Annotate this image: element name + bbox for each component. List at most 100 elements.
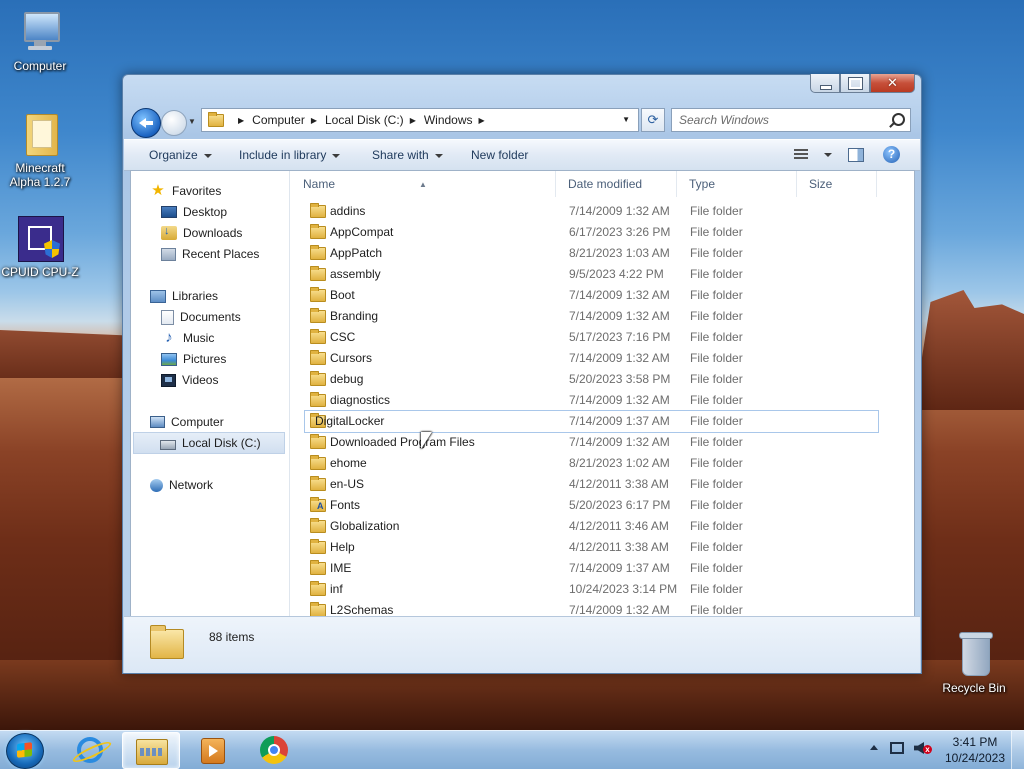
file-name: addins: [330, 204, 366, 218]
file-row[interactable]: Cursors 7/14/2009 1:32 AM File folder: [291, 348, 898, 369]
network-tray-icon[interactable]: [890, 742, 904, 754]
change-view-icon[interactable]: [794, 149, 808, 161]
include-in-library-menu[interactable]: Include in library: [239, 148, 341, 162]
breadcrumb-windows[interactable]: Windows: [424, 113, 473, 127]
chevron-right-icon[interactable]: ▶: [479, 116, 485, 125]
preview-pane-icon[interactable]: [848, 148, 864, 162]
file-date-modified: 7/14/2009 1:32 AM: [569, 435, 670, 449]
column-header-size[interactable]: Size: [797, 171, 877, 197]
desktop-icon-computer[interactable]: Computer: [0, 8, 80, 73]
search-input[interactable]: Search Windows: [671, 108, 911, 132]
file-row[interactable]: AppCompat 6/17/2023 3:26 PM File folder: [291, 222, 898, 243]
nav-libraries[interactable]: Libraries: [150, 286, 218, 306]
nav-music[interactable]: ♪ Music: [161, 328, 214, 348]
address-dropdown-icon[interactable]: ▼: [622, 115, 630, 124]
help-icon[interactable]: ?: [883, 146, 900, 163]
nav-local-disk[interactable]: Local Disk (C:): [133, 432, 285, 454]
desktop-icon-cpuz[interactable]: CPUID CPU-Z: [0, 214, 80, 279]
file-row[interactable]: IME 7/14/2009 1:37 AM File folder: [291, 558, 898, 579]
file-type: File folder: [690, 435, 743, 449]
recent-pages-chevron-down-icon[interactable]: ▼: [188, 117, 196, 126]
nav-documents[interactable]: Documents: [161, 307, 241, 327]
nav-downloads[interactable]: Downloads: [161, 223, 242, 243]
column-label: Name: [303, 177, 336, 191]
view-options-chevron-down-icon[interactable]: [824, 153, 832, 157]
file-row[interactable]: Help 4/12/2011 3:38 AM File folder: [291, 537, 898, 558]
nav-favorites[interactable]: ★ Favorites: [150, 181, 221, 201]
file-row[interactable]: Fonts 5/20/2023 6:17 PM File folder: [291, 495, 898, 516]
chevron-right-icon[interactable]: ▶: [410, 116, 416, 125]
new-folder-button[interactable]: New folder: [471, 148, 528, 162]
share-with-menu[interactable]: Share with: [372, 148, 443, 162]
file-row[interactable]: L2Schemas 7/14/2009 1:32 AM File folder: [291, 600, 898, 616]
file-row[interactable]: assembly 9/5/2023 4:22 PM File folder: [291, 264, 898, 285]
file-type: File folder: [690, 309, 743, 323]
breadcrumb-computer[interactable]: Computer: [252, 113, 305, 127]
search-icon[interactable]: [892, 113, 905, 126]
file-row[interactable]: addins 7/14/2009 1:32 AM File folder: [291, 201, 898, 222]
file-row[interactable]: Boot 7/14/2009 1:32 AM File folder: [291, 285, 898, 306]
address-bar[interactable]: ▶ Computer ▶ Local Disk (C:) ▶ Windows ▶…: [201, 108, 639, 132]
forward-button[interactable]: [161, 110, 187, 136]
file-row[interactable]: debug 5/20/2023 3:58 PM File folder: [291, 369, 898, 390]
file-row[interactable]: Globalization 4/12/2011 3:46 AM File folde…: [291, 516, 898, 537]
file-type: File folder: [690, 288, 743, 302]
folder-icon: [310, 518, 326, 533]
folder-icon: [310, 203, 326, 218]
explorer-window[interactable]: ✕ ▼ ▶ Computer ▶ Local Disk (C:) ▶ Windo…: [122, 74, 922, 674]
nav-pictures[interactable]: Pictures: [161, 349, 226, 369]
file-row[interactable]: diagnostics 7/14/2009 1:32 AM File folder: [291, 390, 898, 411]
file-date-modified: 7/14/2009 1:32 AM: [569, 351, 670, 365]
close-button[interactable]: ✕: [870, 74, 915, 93]
fonts-folder-icon: [310, 497, 326, 512]
file-name: Branding: [330, 309, 379, 323]
music-icon: ♪: [165, 329, 173, 346]
file-date-modified: 5/17/2023 7:16 PM: [569, 330, 671, 344]
folder-icon: [310, 308, 326, 323]
file-row[interactable]: AppPatch 8/21/2023 1:03 AM File folder: [291, 243, 898, 264]
file-row[interactable]: en-US 4/12/2011 3:38 AM File folder: [291, 474, 898, 495]
cpuz-icon: [16, 214, 64, 262]
taskbar-internet-explorer[interactable]: [62, 732, 118, 767]
file-date-modified: 7/14/2009 1:32 AM: [569, 393, 670, 407]
maximize-button[interactable]: [840, 74, 870, 93]
nav-computer[interactable]: Computer: [150, 412, 224, 432]
file-row[interactable]: CSC 5/17/2023 7:16 PM File folder: [291, 327, 898, 348]
nav-network[interactable]: Network: [150, 475, 213, 495]
desktop-icon-recycle-bin[interactable]: Recycle Bin: [934, 630, 1014, 695]
show-hidden-icons-icon[interactable]: [870, 745, 878, 750]
nav-videos[interactable]: Videos: [161, 370, 218, 390]
desktop-icon-minecraft[interactable]: Minecraft Alpha 1.2.7: [0, 110, 80, 189]
nav-recent-places[interactable]: Recent Places: [161, 244, 259, 264]
taskbar-media-player[interactable]: [184, 732, 240, 767]
file-row[interactable]: Branding 7/14/2009 1:32 AM File folder: [291, 306, 898, 327]
column-header-name[interactable]: Name ▲: [291, 171, 556, 197]
file-type: File folder: [690, 246, 743, 260]
show-desktop-button[interactable]: [1011, 731, 1024, 769]
column-header-type[interactable]: Type: [677, 171, 797, 197]
file-date-modified: 7/14/2009 1:37 AM: [569, 414, 670, 428]
file-row[interactable]: inf 10/24/2023 3:14 PM File folder: [291, 579, 898, 600]
minimize-button[interactable]: [810, 74, 840, 93]
chevron-right-icon[interactable]: ▶: [311, 116, 317, 125]
file-row[interactable]: Downloaded Program Files 7/14/2009 1:32 A…: [291, 432, 898, 453]
nav-desktop[interactable]: Desktop: [161, 202, 227, 222]
file-date-modified: 9/5/2023 4:22 PM: [569, 267, 664, 281]
taskbar-windows-explorer[interactable]: [122, 732, 180, 769]
start-button[interactable]: [6, 733, 44, 769]
organize-menu[interactable]: Organize: [149, 148, 212, 162]
file-row[interactable]: ehome 8/21/2023 1:02 AM File folder: [291, 453, 898, 474]
file-row[interactable]: DigitalLocker 7/14/2009 1:37 AM File folde…: [304, 410, 879, 433]
file-name: Fonts: [330, 498, 361, 512]
back-button[interactable]: [131, 108, 161, 138]
column-header-date[interactable]: Date modified: [556, 171, 677, 197]
taskbar-google-chrome[interactable]: [246, 732, 302, 767]
nav-label: Downloads: [183, 226, 243, 240]
content-area: ★ Favorites Desktop Downloads Recent Plac…: [130, 170, 915, 617]
breadcrumb-separator-icon[interactable]: ▶: [238, 116, 244, 125]
file-date-modified: 7/14/2009 1:32 AM: [569, 204, 670, 218]
refresh-button[interactable]: ⟳: [641, 108, 665, 132]
file-date-modified: 6/17/2023 3:26 PM: [569, 225, 671, 239]
breadcrumb-local-disk[interactable]: Local Disk (C:): [325, 113, 404, 127]
clock[interactable]: 3:41 PM 10/24/2023: [940, 734, 1010, 766]
